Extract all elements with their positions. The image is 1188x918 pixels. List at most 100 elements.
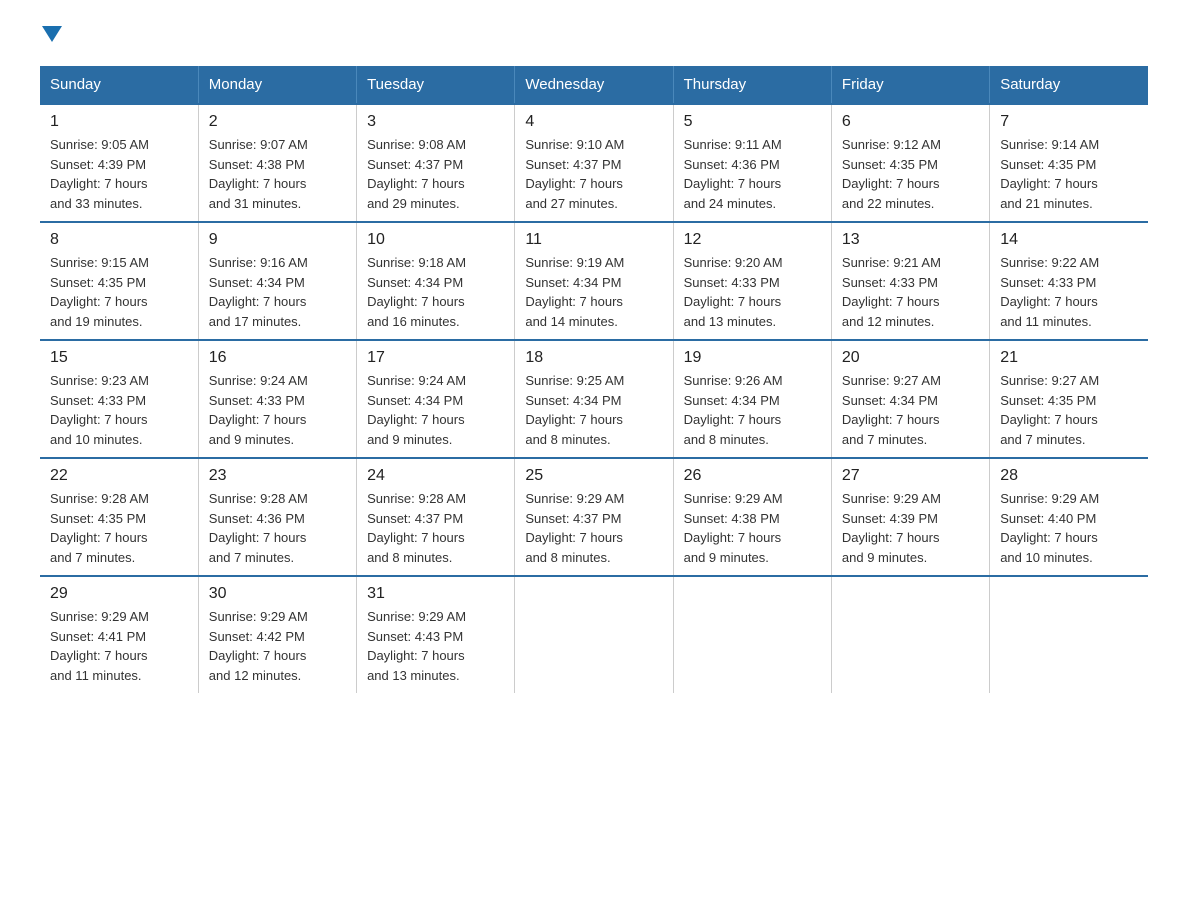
day-info: Sunrise: 9:24 AMSunset: 4:34 PMDaylight:… — [367, 371, 504, 449]
day-number: 24 — [367, 467, 504, 485]
calendar-cell — [831, 576, 989, 693]
calendar-week-row: 8 Sunrise: 9:15 AMSunset: 4:35 PMDaylight… — [40, 222, 1148, 340]
day-number: 16 — [209, 349, 346, 367]
calendar-cell: 11 Sunrise: 9:19 AMSunset: 4:34 PMDayligh… — [515, 222, 673, 340]
calendar-cell: 13 Sunrise: 9:21 AMSunset: 4:33 PMDayligh… — [831, 222, 989, 340]
calendar-cell: 27 Sunrise: 9:29 AMSunset: 4:39 PMDayligh… — [831, 458, 989, 576]
calendar-cell: 26 Sunrise: 9:29 AMSunset: 4:38 PMDayligh… — [673, 458, 831, 576]
day-number: 31 — [367, 585, 504, 603]
day-number: 1 — [50, 113, 188, 131]
day-number: 8 — [50, 231, 188, 249]
calendar-week-row: 15 Sunrise: 9:23 AMSunset: 4:33 PMDayligh… — [40, 340, 1148, 458]
day-info: Sunrise: 9:29 AMSunset: 4:39 PMDaylight:… — [842, 489, 979, 567]
day-info: Sunrise: 9:29 AMSunset: 4:37 PMDaylight:… — [525, 489, 662, 567]
day-number: 2 — [209, 113, 346, 131]
calendar-cell: 17 Sunrise: 9:24 AMSunset: 4:34 PMDayligh… — [357, 340, 515, 458]
day-number: 26 — [684, 467, 821, 485]
column-header-saturday: Saturday — [990, 66, 1148, 104]
column-header-thursday: Thursday — [673, 66, 831, 104]
calendar-cell: 7 Sunrise: 9:14 AMSunset: 4:35 PMDaylight… — [990, 104, 1148, 222]
day-number: 6 — [842, 113, 979, 131]
day-info: Sunrise: 9:16 AMSunset: 4:34 PMDaylight:… — [209, 253, 346, 331]
day-info: Sunrise: 9:14 AMSunset: 4:35 PMDaylight:… — [1000, 135, 1138, 213]
page-header — [40, 30, 1148, 46]
day-info: Sunrise: 9:29 AMSunset: 4:40 PMDaylight:… — [1000, 489, 1138, 567]
day-info: Sunrise: 9:22 AMSunset: 4:33 PMDaylight:… — [1000, 253, 1138, 331]
day-info: Sunrise: 9:29 AMSunset: 4:42 PMDaylight:… — [209, 607, 346, 685]
calendar-cell: 3 Sunrise: 9:08 AMSunset: 4:37 PMDaylight… — [357, 104, 515, 222]
calendar-cell: 18 Sunrise: 9:25 AMSunset: 4:34 PMDayligh… — [515, 340, 673, 458]
calendar-cell: 21 Sunrise: 9:27 AMSunset: 4:35 PMDayligh… — [990, 340, 1148, 458]
calendar-cell: 4 Sunrise: 9:10 AMSunset: 4:37 PMDaylight… — [515, 104, 673, 222]
day-info: Sunrise: 9:27 AMSunset: 4:35 PMDaylight:… — [1000, 371, 1138, 449]
calendar-cell: 2 Sunrise: 9:07 AMSunset: 4:38 PMDaylight… — [198, 104, 356, 222]
calendar-week-row: 29 Sunrise: 9:29 AMSunset: 4:41 PMDayligh… — [40, 576, 1148, 693]
column-header-monday: Monday — [198, 66, 356, 104]
day-info: Sunrise: 9:28 AMSunset: 4:35 PMDaylight:… — [50, 489, 188, 567]
day-info: Sunrise: 9:08 AMSunset: 4:37 PMDaylight:… — [367, 135, 504, 213]
day-number: 7 — [1000, 113, 1138, 131]
day-info: Sunrise: 9:19 AMSunset: 4:34 PMDaylight:… — [525, 253, 662, 331]
day-number: 28 — [1000, 467, 1138, 485]
day-info: Sunrise: 9:21 AMSunset: 4:33 PMDaylight:… — [842, 253, 979, 331]
calendar-week-row: 1Sunrise: 9:05 AMSunset: 4:39 PMDaylight… — [40, 104, 1148, 222]
day-number: 15 — [50, 349, 188, 367]
logo — [40, 30, 62, 46]
day-info: Sunrise: 9:23 AMSunset: 4:33 PMDaylight:… — [50, 371, 188, 449]
day-info: Sunrise: 9:18 AMSunset: 4:34 PMDaylight:… — [367, 253, 504, 331]
day-info: Sunrise: 9:25 AMSunset: 4:34 PMDaylight:… — [525, 371, 662, 449]
calendar-week-row: 22 Sunrise: 9:28 AMSunset: 4:35 PMDayligh… — [40, 458, 1148, 576]
calendar-cell — [673, 576, 831, 693]
day-number: 30 — [209, 585, 346, 603]
day-info: Sunrise: 9:26 AMSunset: 4:34 PMDaylight:… — [684, 371, 821, 449]
day-info: Sunrise: 9:12 AMSunset: 4:35 PMDaylight:… — [842, 135, 979, 213]
calendar-cell — [515, 576, 673, 693]
day-info: Sunrise: 9:28 AMSunset: 4:37 PMDaylight:… — [367, 489, 504, 567]
day-number: 29 — [50, 585, 188, 603]
calendar-cell: 5Sunrise: 9:11 AMSunset: 4:36 PMDaylight… — [673, 104, 831, 222]
calendar-cell: 31 Sunrise: 9:29 AMSunset: 4:43 PMDayligh… — [357, 576, 515, 693]
column-header-tuesday: Tuesday — [357, 66, 515, 104]
calendar-cell: 1Sunrise: 9:05 AMSunset: 4:39 PMDaylight… — [40, 104, 198, 222]
day-number: 11 — [525, 231, 662, 249]
day-info: Sunrise: 9:24 AMSunset: 4:33 PMDaylight:… — [209, 371, 346, 449]
column-header-friday: Friday — [831, 66, 989, 104]
day-info: Sunrise: 9:29 AMSunset: 4:43 PMDaylight:… — [367, 607, 504, 685]
calendar-cell: 28 Sunrise: 9:29 AMSunset: 4:40 PMDayligh… — [990, 458, 1148, 576]
calendar-cell: 9Sunrise: 9:16 AMSunset: 4:34 PMDaylight… — [198, 222, 356, 340]
day-info: Sunrise: 9:28 AMSunset: 4:36 PMDaylight:… — [209, 489, 346, 567]
calendar-cell: 23 Sunrise: 9:28 AMSunset: 4:36 PMDayligh… — [198, 458, 356, 576]
day-number: 23 — [209, 467, 346, 485]
calendar-cell: 25Sunrise: 9:29 AMSunset: 4:37 PMDayligh… — [515, 458, 673, 576]
calendar-cell — [990, 576, 1148, 693]
day-number: 3 — [367, 113, 504, 131]
day-number: 18 — [525, 349, 662, 367]
day-number: 13 — [842, 231, 979, 249]
day-info: Sunrise: 9:15 AMSunset: 4:35 PMDaylight:… — [50, 253, 188, 331]
day-info: Sunrise: 9:29 AMSunset: 4:41 PMDaylight:… — [50, 607, 188, 685]
day-number: 21 — [1000, 349, 1138, 367]
day-number: 27 — [842, 467, 979, 485]
day-info: Sunrise: 9:20 AMSunset: 4:33 PMDaylight:… — [684, 253, 821, 331]
day-number: 10 — [367, 231, 504, 249]
calendar-cell: 8 Sunrise: 9:15 AMSunset: 4:35 PMDaylight… — [40, 222, 198, 340]
calendar-cell: 20Sunrise: 9:27 AMSunset: 4:34 PMDayligh… — [831, 340, 989, 458]
logo-arrow-icon — [42, 26, 62, 46]
calendar-cell: 15 Sunrise: 9:23 AMSunset: 4:33 PMDayligh… — [40, 340, 198, 458]
calendar-cell: 10 Sunrise: 9:18 AMSunset: 4:34 PMDayligh… — [357, 222, 515, 340]
calendar-cell: 19 Sunrise: 9:26 AMSunset: 4:34 PMDayligh… — [673, 340, 831, 458]
calendar-cell: 12 Sunrise: 9:20 AMSunset: 4:33 PMDayligh… — [673, 222, 831, 340]
calendar-header-row: SundayMondayTuesdayWednesdayThursdayFrid… — [40, 66, 1148, 104]
day-number: 22 — [50, 467, 188, 485]
day-number: 12 — [684, 231, 821, 249]
column-header-sunday: Sunday — [40, 66, 198, 104]
day-number: 4 — [525, 113, 662, 131]
calendar-cell: 24 Sunrise: 9:28 AMSunset: 4:37 PMDayligh… — [357, 458, 515, 576]
day-number: 19 — [684, 349, 821, 367]
day-number: 17 — [367, 349, 504, 367]
day-info: Sunrise: 9:11 AMSunset: 4:36 PMDaylight:… — [684, 135, 821, 213]
day-info: Sunrise: 9:07 AMSunset: 4:38 PMDaylight:… — [209, 135, 346, 213]
day-info: Sunrise: 9:29 AMSunset: 4:38 PMDaylight:… — [684, 489, 821, 567]
calendar-cell: 29 Sunrise: 9:29 AMSunset: 4:41 PMDayligh… — [40, 576, 198, 693]
day-info: Sunrise: 9:10 AMSunset: 4:37 PMDaylight:… — [525, 135, 662, 213]
